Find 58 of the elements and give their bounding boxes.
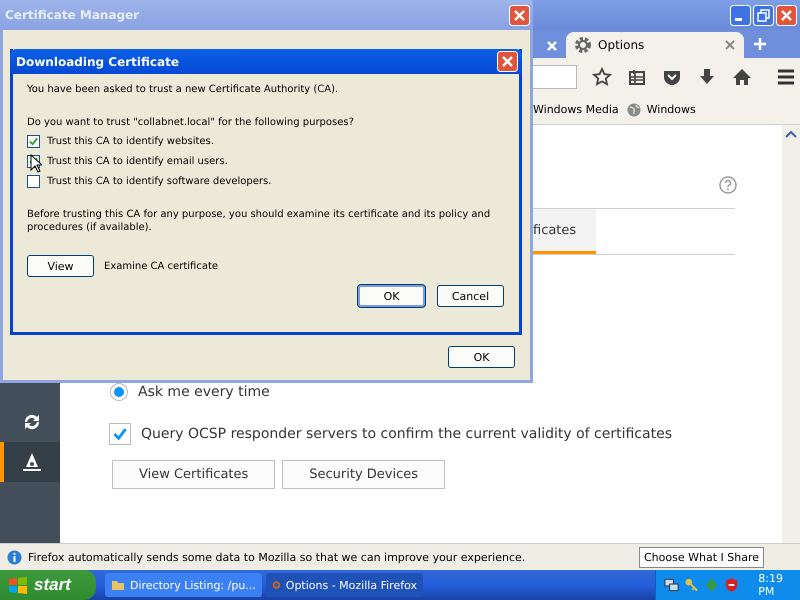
network-icon[interactable] [664,577,680,593]
checkbox-label: Query OCSP responder servers to confirm the current validity of certificates [141,426,672,442]
home-icon[interactable] [732,66,752,86]
warning-text: Before trusting this CA for any purpose, you should examine its certificate and its policy and procedures (if available). [27,208,492,234]
checkbox[interactable] [27,175,40,188]
close-icon[interactable] [724,39,736,51]
radio-label: Ask me every time [138,384,270,400]
settings-tab[interactable]: ficates [533,209,596,254]
close-button[interactable] [497,51,518,72]
sidebar-item[interactable] [0,442,60,482]
share-button[interactable]: Choose What I Share [639,546,764,568]
globe-icon [626,102,641,116]
restore-button[interactable] [753,4,774,26]
dialog-title: Downloading Certificate [16,54,179,68]
window-title: Certificate Manager [5,8,140,22]
minimize-button[interactable] [730,4,751,26]
checkbox[interactable] [27,135,40,148]
settings-button[interactable]: View Certificates [112,460,276,489]
new-tab-icon[interactable] [752,36,768,52]
check-icon [29,157,38,166]
dialog-button[interactable]: OK [358,285,425,307]
ok-button[interactable]: OK [448,346,515,368]
check-icon [113,427,127,441]
bookmark-link[interactable]: Windows [646,103,696,116]
browser-tab[interactable]: Options [566,32,744,58]
close-button[interactable] [776,4,797,26]
taskbar-button[interactable]: Options - Mozilla Firefox [266,573,423,597]
help-icon[interactable] [719,176,737,194]
scrollbar[interactable] [782,125,800,543]
info-icon [7,550,22,564]
close-button[interactable] [509,4,530,26]
question-text: Do you want to trust "collabnet.local" for the following purposes? [27,117,354,128]
intro-text: You have been asked to trust a new Certificate Authority (CA). [27,84,338,95]
mouse-pointer-icon [30,154,42,173]
settings-button[interactable]: Security Devices [282,460,446,489]
search-field[interactable] [533,64,577,88]
gear-icon [574,36,592,54]
download-icon[interactable] [697,66,717,86]
radio-button[interactable] [110,383,128,401]
checkbox-label: Trust this CA to identify software developers. [47,176,272,187]
check-icon [29,137,38,146]
star-icon[interactable] [592,66,612,86]
bookmark-link[interactable]: Windows Media [533,103,619,116]
shield-icon[interactable] [724,577,740,593]
taskbar-button[interactable]: Directory Listing: /pu... [105,573,262,597]
menu-icon[interactable] [776,66,796,86]
windows-flag-icon [8,576,28,594]
clock: 8:19 PM [758,572,784,598]
view-button[interactable]: View [27,255,94,277]
notification-text: Firefox automatically sends some data to Mozilla so that we can improve your experience. [28,550,526,564]
start-button[interactable]: start [0,570,96,600]
dialog-button[interactable]: Cancel [437,285,504,307]
checkbox-label: Trust this CA to identify websites. [47,136,214,147]
wizard-hat-icon [21,451,43,473]
checkbox[interactable] [109,423,131,445]
view-label: Examine CA certificate [104,260,218,272]
folder-icon [111,578,125,592]
checkbox-label: Trust this CA to identify email users. [47,156,228,167]
